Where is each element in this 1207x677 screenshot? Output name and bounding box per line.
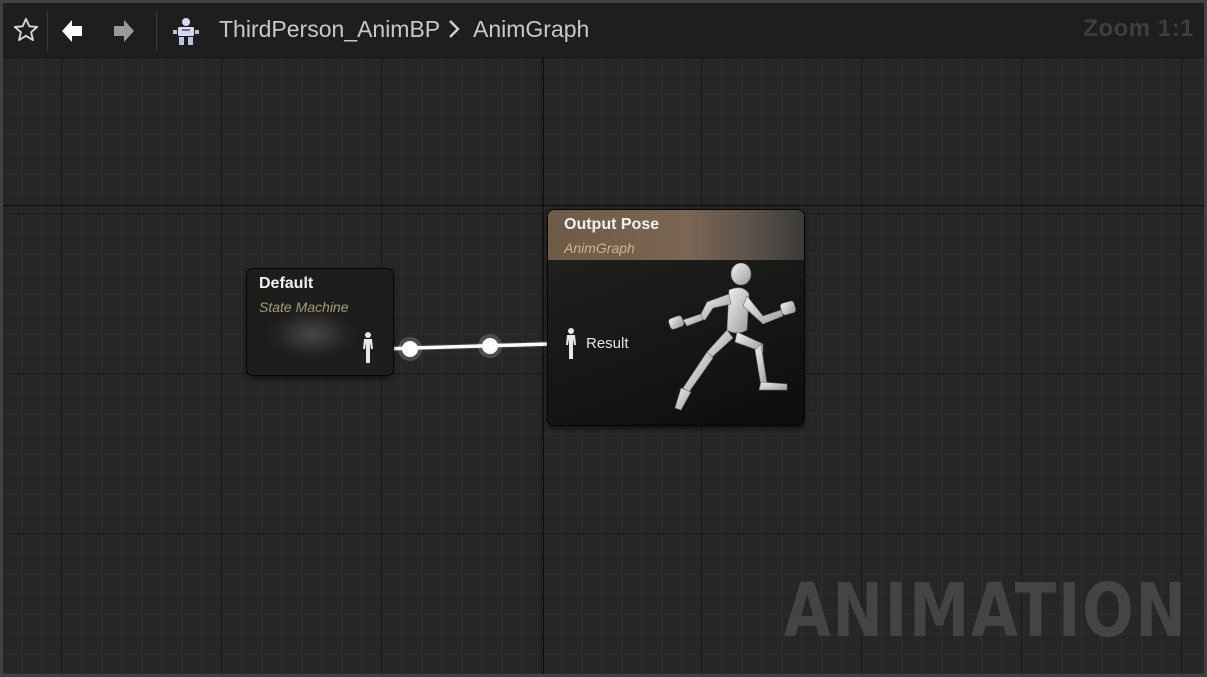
toolbar-separator xyxy=(47,11,48,51)
state-machine-node-default[interactable]: Default State Machine xyxy=(247,269,393,375)
running-mannequin-icon xyxy=(668,262,796,411)
anim-graph-editor: Default State Machine Output Pose AnimGr… xyxy=(0,0,1207,677)
graph-type-watermark: ANIMATION xyxy=(783,568,1188,654)
anim-blueprint-icon xyxy=(169,17,203,47)
node-title: Output Pose xyxy=(564,216,660,233)
chevron-right-icon xyxy=(447,17,461,46)
node-title: Default xyxy=(259,275,314,292)
pose-pin-icon[interactable] xyxy=(564,327,578,366)
result-pin-label: Result xyxy=(586,335,629,352)
node-subtitle: AnimGraph xyxy=(564,240,635,256)
editor-toolbar: ThirdPerson_AnimBP AnimGraph Zoom 1:1 xyxy=(3,3,1204,58)
star-icon[interactable] xyxy=(9,13,43,47)
pose-pin-icon[interactable] xyxy=(361,331,375,370)
back-arrow-icon[interactable] xyxy=(55,15,89,47)
node-preview-blur xyxy=(269,309,355,359)
graph-origin-axis-horizontal xyxy=(3,205,1204,206)
forward-arrow-icon[interactable] xyxy=(107,15,141,47)
output-pose-node[interactable]: Output Pose AnimGraph Result xyxy=(548,210,804,425)
breadcrumb-item-graph[interactable]: AnimGraph xyxy=(473,16,589,43)
toolbar-separator xyxy=(156,11,157,51)
zoom-level: Zoom 1:1 xyxy=(1083,15,1194,42)
breadcrumb-item-asset[interactable]: ThirdPerson_AnimBP xyxy=(219,16,440,43)
graph-origin-axis-vertical xyxy=(543,57,544,674)
